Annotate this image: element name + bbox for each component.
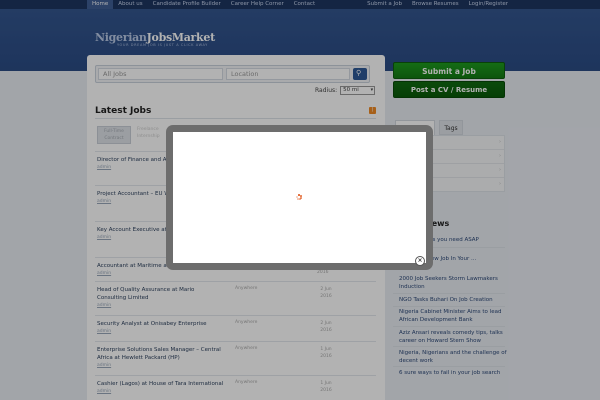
loading-spinner-icon — [296, 194, 302, 200]
close-icon[interactable]: × — [415, 256, 425, 266]
